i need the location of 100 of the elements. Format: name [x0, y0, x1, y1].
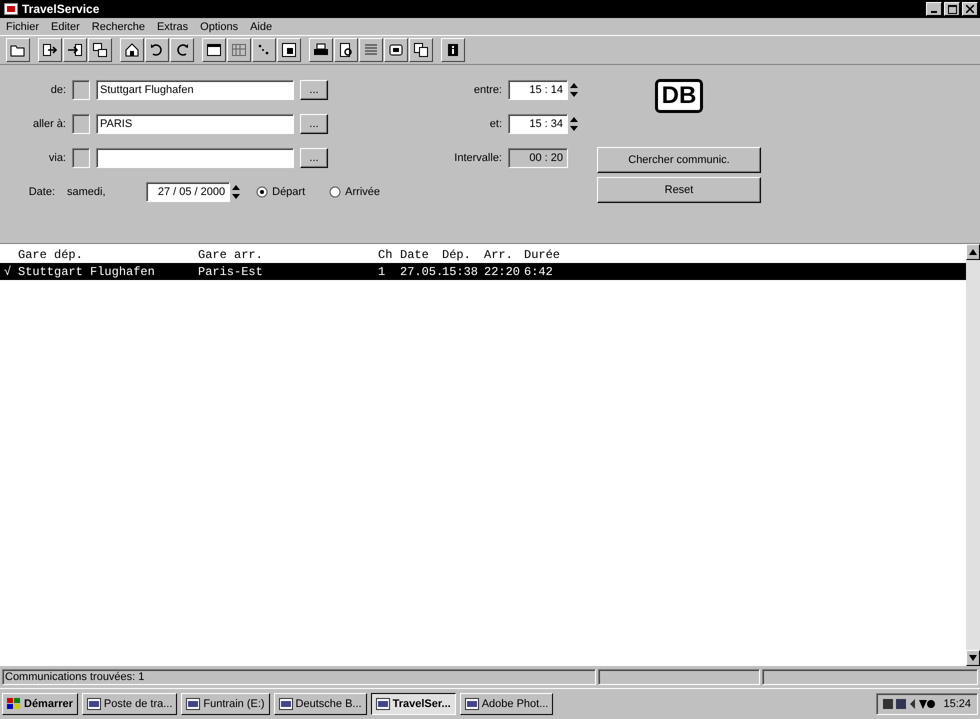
menu-item[interactable]: Editer: [51, 20, 80, 32]
preview-button[interactable]: [334, 38, 358, 62]
list-button[interactable]: [359, 38, 383, 62]
undo-button[interactable]: [145, 38, 169, 62]
interval-label: Intervalle:: [454, 152, 502, 164]
table-cell: 27.05.: [400, 264, 442, 278]
window-icon: [464, 698, 479, 710]
date-label: Date:: [28, 186, 56, 198]
db-logo: DB: [654, 79, 704, 113]
window-icon: [186, 698, 200, 710]
table-cell-text: 1: [378, 264, 386, 278]
arrow-into-button[interactable]: [63, 38, 87, 62]
copy-button[interactable]: [409, 38, 433, 62]
radio-label[interactable]: Départ: [272, 186, 306, 198]
info-button[interactable]: [441, 38, 465, 62]
folder-button[interactable]: [6, 38, 30, 62]
tray-icons-drawing[interactable]: [883, 697, 936, 711]
start-button[interactable]: Démarrer: [2, 693, 78, 715]
time-field[interactable]: 15 : 14: [508, 80, 568, 100]
grid-button[interactable]: [227, 38, 251, 62]
taskbar-button[interactable]: Poste de tra...: [82, 693, 178, 715]
spin-arrows-icon[interactable]: [568, 81, 580, 99]
copy-icon: [413, 42, 429, 58]
taskbar-button[interactable]: Deutsche B...: [274, 693, 367, 715]
status-text: Communications trouvées: 1: [2, 669, 596, 685]
dots-button[interactable]: [252, 38, 276, 62]
scroll-up-icon[interactable]: [969, 249, 977, 255]
house-icon: [124, 42, 140, 58]
preview-icon: [338, 42, 354, 58]
window-icon: [376, 698, 390, 710]
redo-button[interactable]: [170, 38, 194, 62]
column-header[interactable]: Gare arr.: [198, 248, 378, 262]
arrow-right-icon: [42, 42, 58, 58]
column-header[interactable]: Gare dép.: [18, 248, 198, 262]
radio-button[interactable]: [329, 186, 342, 198]
browse-button[interactable]: ...: [300, 148, 328, 168]
search-button[interactable]: Chercher communic.: [597, 147, 761, 173]
station-code-field[interactable]: [72, 148, 90, 168]
printer-button[interactable]: [309, 38, 333, 62]
app-icon: [4, 3, 18, 15]
column-header[interactable]: Arr.: [484, 248, 524, 262]
from-label: de:: [50, 84, 66, 96]
table-cell-text: Paris-Est: [198, 264, 264, 278]
redo-icon: [174, 42, 190, 58]
browse-button[interactable]: ...: [300, 80, 328, 100]
table-cell-text: 6:42: [524, 264, 554, 278]
column-header[interactable]: Date: [400, 248, 442, 262]
column-header[interactable]: Durée: [524, 248, 584, 262]
radio-label[interactable]: Arrivée: [345, 186, 380, 198]
connection-row[interactable]: √ Stuttgart Flughafen Paris-Est 1 27.05.15:38 22:20 6:42: [0, 263, 966, 280]
four-squares-icon: [7, 698, 21, 710]
via-label: via:: [48, 152, 66, 164]
menu-item[interactable]: Options: [200, 20, 238, 32]
taskbar-button[interactable]: Funtrain (E:): [181, 693, 270, 715]
spin-arrows-icon[interactable]: [230, 183, 242, 201]
arrow-right-button[interactable]: [38, 38, 62, 62]
table-cell-text: 15:38: [442, 264, 480, 278]
window-icon: [86, 698, 101, 710]
maximize-button[interactable]: [944, 2, 960, 16]
undo-icon: [149, 42, 165, 58]
and-label: et:: [490, 118, 502, 130]
between-label: entre:: [474, 84, 502, 96]
maximize-icon: [948, 4, 956, 14]
to-field[interactable]: PARIS: [96, 114, 294, 134]
window-title: TravelService: [22, 2, 100, 16]
time-field[interactable]: 15 : 34: [508, 114, 568, 134]
station-code-field[interactable]: [72, 114, 90, 134]
menu-item[interactable]: Extras: [156, 20, 188, 32]
date-field[interactable]: 27 / 05 / 2000: [146, 182, 230, 202]
table-cell-text: 22:20: [484, 264, 522, 278]
column-header[interactable]: Dép.: [442, 248, 484, 262]
station-code-field[interactable]: [72, 80, 90, 100]
menu-item[interactable]: Fichier: [6, 20, 40, 32]
to-label: aller à:: [32, 118, 66, 130]
taskbar-button[interactable]: TravelSer...: [370, 693, 456, 715]
menu-item[interactable]: Recherche: [92, 20, 145, 32]
weekday-text: samedi,: [66, 186, 107, 198]
interval-field[interactable]: 00 : 20: [508, 148, 568, 168]
scrollbar[interactable]: [966, 244, 980, 666]
reset-button[interactable]: Reset: [597, 177, 761, 203]
via-field[interactable]: [96, 148, 294, 168]
spin-arrows-icon[interactable]: [568, 115, 580, 133]
house-button[interactable]: [120, 38, 144, 62]
check-mark: √: [3, 264, 12, 278]
arrow-into-icon: [67, 42, 83, 58]
grid-icon: [231, 42, 247, 58]
clock-text: 15:24: [943, 698, 971, 710]
table-cell-text: Stuttgart Flughafen: [18, 264, 156, 278]
info-icon: [445, 42, 461, 58]
scroll-down-icon[interactable]: [969, 655, 977, 661]
printer-icon: [313, 42, 329, 58]
from-field[interactable]: Stuttgart Flughafen: [96, 80, 294, 100]
close-button[interactable]: [962, 2, 978, 16]
column-header[interactable]: Ch: [378, 248, 400, 262]
radio-button[interactable]: [256, 186, 268, 198]
taskbar-button[interactable]: Adobe Phot...: [460, 693, 554, 715]
minimize-button[interactable]: [926, 2, 942, 16]
browse-button[interactable]: ...: [300, 114, 328, 134]
close-icon: [966, 5, 974, 13]
menu-item[interactable]: Aide: [250, 20, 272, 32]
